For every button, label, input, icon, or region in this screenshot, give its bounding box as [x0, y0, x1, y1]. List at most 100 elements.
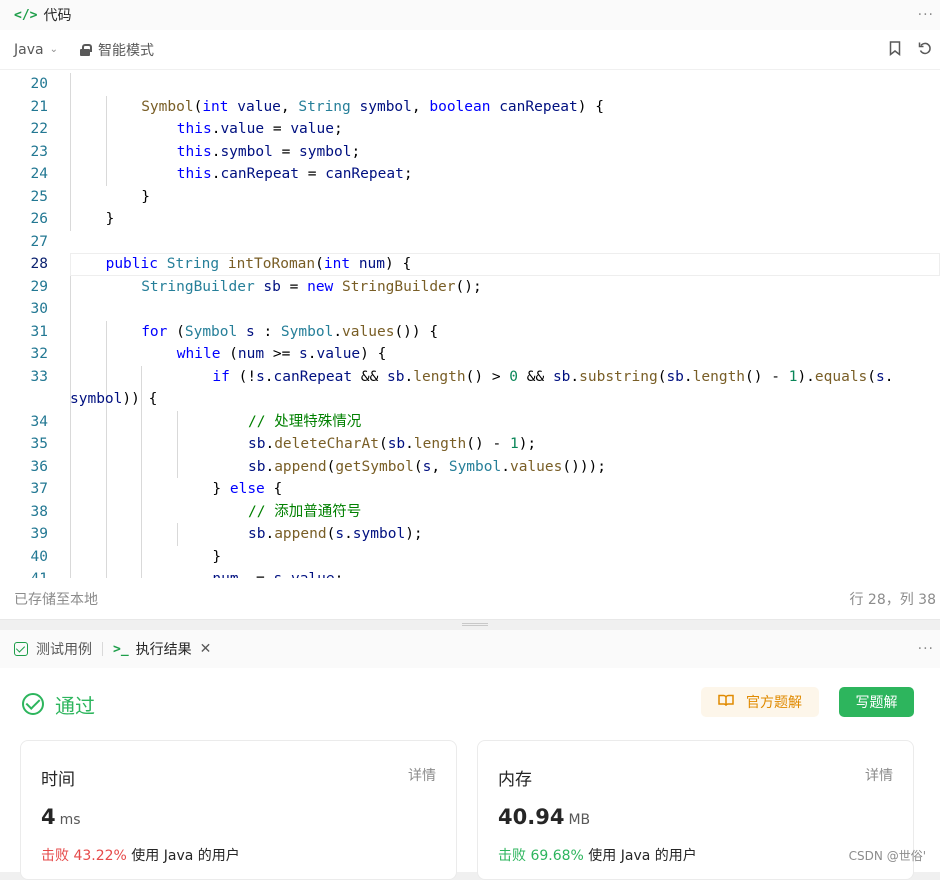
- code-text: if (!s.canRepeat && sb.length() > 0 && s…: [212, 366, 893, 389]
- code-token: else: [229, 481, 265, 497]
- code-token: int: [323, 256, 351, 272]
- code-text: for (Symbol s : Symbol.values()) {: [141, 321, 438, 344]
- smart-mode-toggle[interactable]: 智能模式: [79, 40, 154, 60]
- code-token: canRepeat: [220, 166, 300, 182]
- code-token: sb: [248, 436, 266, 452]
- code-token: append: [274, 526, 327, 542]
- code-token: (!: [229, 368, 257, 385]
- code-token: .: [344, 526, 353, 542]
- memory-beat-percent: 69.68%: [530, 848, 584, 864]
- code-token: );: [518, 436, 537, 452]
- code-token: sb: [552, 368, 571, 385]
- code-line: 39 sb.append(s.symbol);: [0, 523, 940, 546]
- code-token: s: [274, 571, 283, 578]
- editor-toolbar: Java ⌄ 智能模式: [0, 30, 940, 70]
- more-options-icon[interactable]: ···: [918, 641, 934, 657]
- code-line: 32 while (num >= s.value) {: [0, 343, 940, 366]
- code-token: }: [212, 481, 230, 497]
- line-number: 30: [30, 301, 48, 317]
- code-text: sb.append(s.symbol);: [248, 523, 423, 546]
- code-token: deleteCharAt: [274, 436, 379, 452]
- code-token: }: [105, 211, 115, 227]
- code-line: 40}: [0, 546, 940, 569]
- code-token: .: [405, 436, 414, 452]
- code-token: s: [256, 368, 265, 385]
- code-token: symbol: [299, 143, 352, 160]
- memory-detail-link[interactable]: 详情: [865, 765, 893, 785]
- code-token: .: [265, 526, 275, 542]
- runtime-detail-link[interactable]: 详情: [408, 765, 436, 785]
- code-token: .: [570, 368, 580, 385]
- code-text: sb.deleteCharAt(sb.length() - 1);: [248, 433, 536, 456]
- official-solution-button[interactable]: 官方题解: [701, 687, 819, 717]
- official-solution-label: 官方题解: [746, 695, 802, 711]
- tab-testcase[interactable]: 测试用例: [14, 639, 92, 659]
- code-token: ();: [455, 278, 482, 295]
- code-token: Symbol: [280, 323, 334, 340]
- line-number: 27: [30, 233, 48, 250]
- tab-result[interactable]: >_ 执行结果 ✕: [113, 639, 211, 659]
- code-text: }: [212, 546, 221, 569]
- code-token: while: [176, 346, 221, 362]
- panel-resize-handle[interactable]: [462, 623, 488, 626]
- runtime-beat: 击败 43.22% 使用 Java 的用户: [41, 845, 240, 865]
- line-number: 32: [30, 346, 48, 362]
- undo-icon[interactable]: [910, 41, 940, 60]
- line-number: 39: [30, 526, 48, 542]
- write-solution-button[interactable]: 写题解: [839, 687, 914, 717]
- code-text: while (num >= s.value) {: [177, 343, 387, 366]
- code-token: .: [404, 368, 414, 385]
- line-number: 38: [30, 503, 48, 520]
- code-token: length: [413, 368, 466, 385]
- chevron-down-icon: ⌄: [49, 44, 58, 55]
- code-line: 20: [0, 73, 940, 96]
- code-token: ;: [403, 166, 413, 182]
- language-selector[interactable]: Java ⌄: [14, 42, 58, 58]
- code-text: // 添加普通符号: [248, 501, 361, 524]
- code-token: () -: [466, 436, 510, 452]
- code-text: } else {: [212, 478, 282, 501]
- close-icon[interactable]: ✕: [200, 641, 212, 657]
- code-token: ;: [335, 571, 344, 578]
- code-token: () >: [465, 368, 510, 385]
- code-text: }: [106, 208, 115, 231]
- bookmark-icon[interactable]: [880, 40, 910, 60]
- code-text: sb.append(getSymbol(s, Symbol.values()))…: [248, 456, 606, 479]
- code-token: num: [358, 256, 386, 272]
- code-token: new: [307, 278, 334, 295]
- code-token: .: [265, 436, 275, 452]
- runtime-card: 时间 详情 4 ms 击败 43.22% 使用 Java 的用户: [20, 740, 457, 880]
- code-panel-titlebar: </> 代码 ···: [0, 0, 940, 30]
- code-token: if: [212, 368, 230, 385]
- line-number: 24: [30, 166, 48, 182]
- code-panel-title: 代码: [43, 8, 72, 24]
- more-options-icon[interactable]: ···: [918, 7, 934, 23]
- code-line: 25}: [0, 186, 940, 209]
- save-status: 已存储至本地: [14, 592, 98, 608]
- code-token: &&: [518, 368, 553, 385]
- code-token: ;: [351, 143, 361, 160]
- runtime-beat-prefix: 击败: [41, 848, 69, 864]
- code-token: ()));: [562, 458, 607, 475]
- code-token: StringBuilder: [141, 278, 255, 295]
- code-token: value: [220, 121, 265, 137]
- code-text: // 处理特殊情况: [248, 411, 361, 434]
- code-line: 26}: [0, 208, 940, 231]
- code-token: )) {: [122, 391, 158, 407]
- code-token: sb: [387, 368, 405, 385]
- code-editor[interactable]: 20 21 Symbol(int value, String symbol, boo…: [0, 70, 940, 578]
- code-line: 29 StringBuilder sb = new StringBuilder()…: [0, 276, 940, 299]
- memory-beat: 击败 69.68% 使用 Java 的用户: [498, 845, 697, 865]
- code-token: symbol: [220, 143, 273, 160]
- code-token: sb: [248, 458, 266, 475]
- code-token: (: [867, 368, 877, 385]
- code-token: .: [683, 368, 693, 385]
- code-token: int: [202, 98, 229, 115]
- code-token: canRepeat: [325, 166, 404, 182]
- code-line: 21 Symbol(int value, String symbol, boole…: [0, 96, 940, 119]
- code-token: append: [274, 458, 327, 475]
- code-token: -=: [239, 571, 274, 578]
